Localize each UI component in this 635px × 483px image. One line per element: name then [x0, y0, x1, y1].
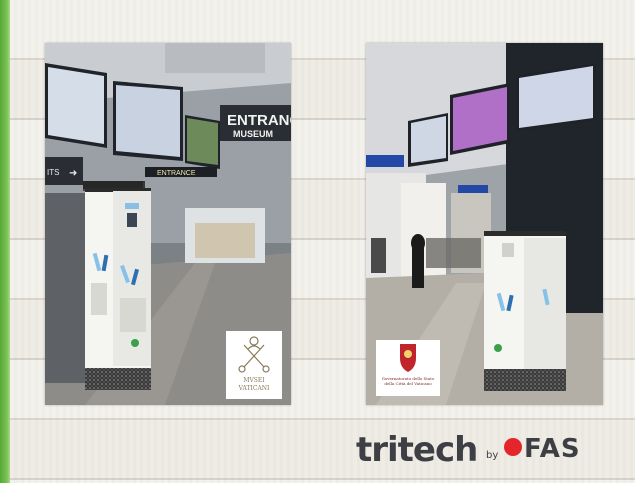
- logo-text-mvsei: MVSEI: [243, 377, 265, 384]
- sign-exits: ITS: [47, 168, 59, 177]
- sign-museum: MUSEUM: [233, 129, 273, 139]
- svg-text:➜: ➜: [69, 168, 77, 179]
- crossed-keys-icon: [238, 336, 270, 373]
- brand-efas: FAS: [504, 434, 581, 464]
- brand-footer: tritech by FAS: [356, 430, 606, 470]
- sign-entrance-big: ENTRANCE: [227, 112, 291, 129]
- brand-by: by: [486, 450, 499, 461]
- brand-efas-text: FAS: [524, 434, 581, 464]
- governatorato-logo: Governatorato dello Stato della Città de…: [376, 340, 440, 396]
- coat-of-arms-icon: [400, 344, 416, 372]
- vatican-museums-logo: MVSEI VATICANI: [226, 331, 282, 399]
- green-edge-strip: [0, 0, 10, 483]
- logo-text-vaticani: VATICANI: [238, 385, 270, 392]
- efas-red-dot-icon: [504, 437, 522, 456]
- sign-entrance-small: ENTRANCE: [157, 170, 196, 177]
- brand-tritech: tritech: [356, 430, 478, 470]
- logo-text-governatorato: Governatorato dello Stato della Città de…: [381, 376, 435, 386]
